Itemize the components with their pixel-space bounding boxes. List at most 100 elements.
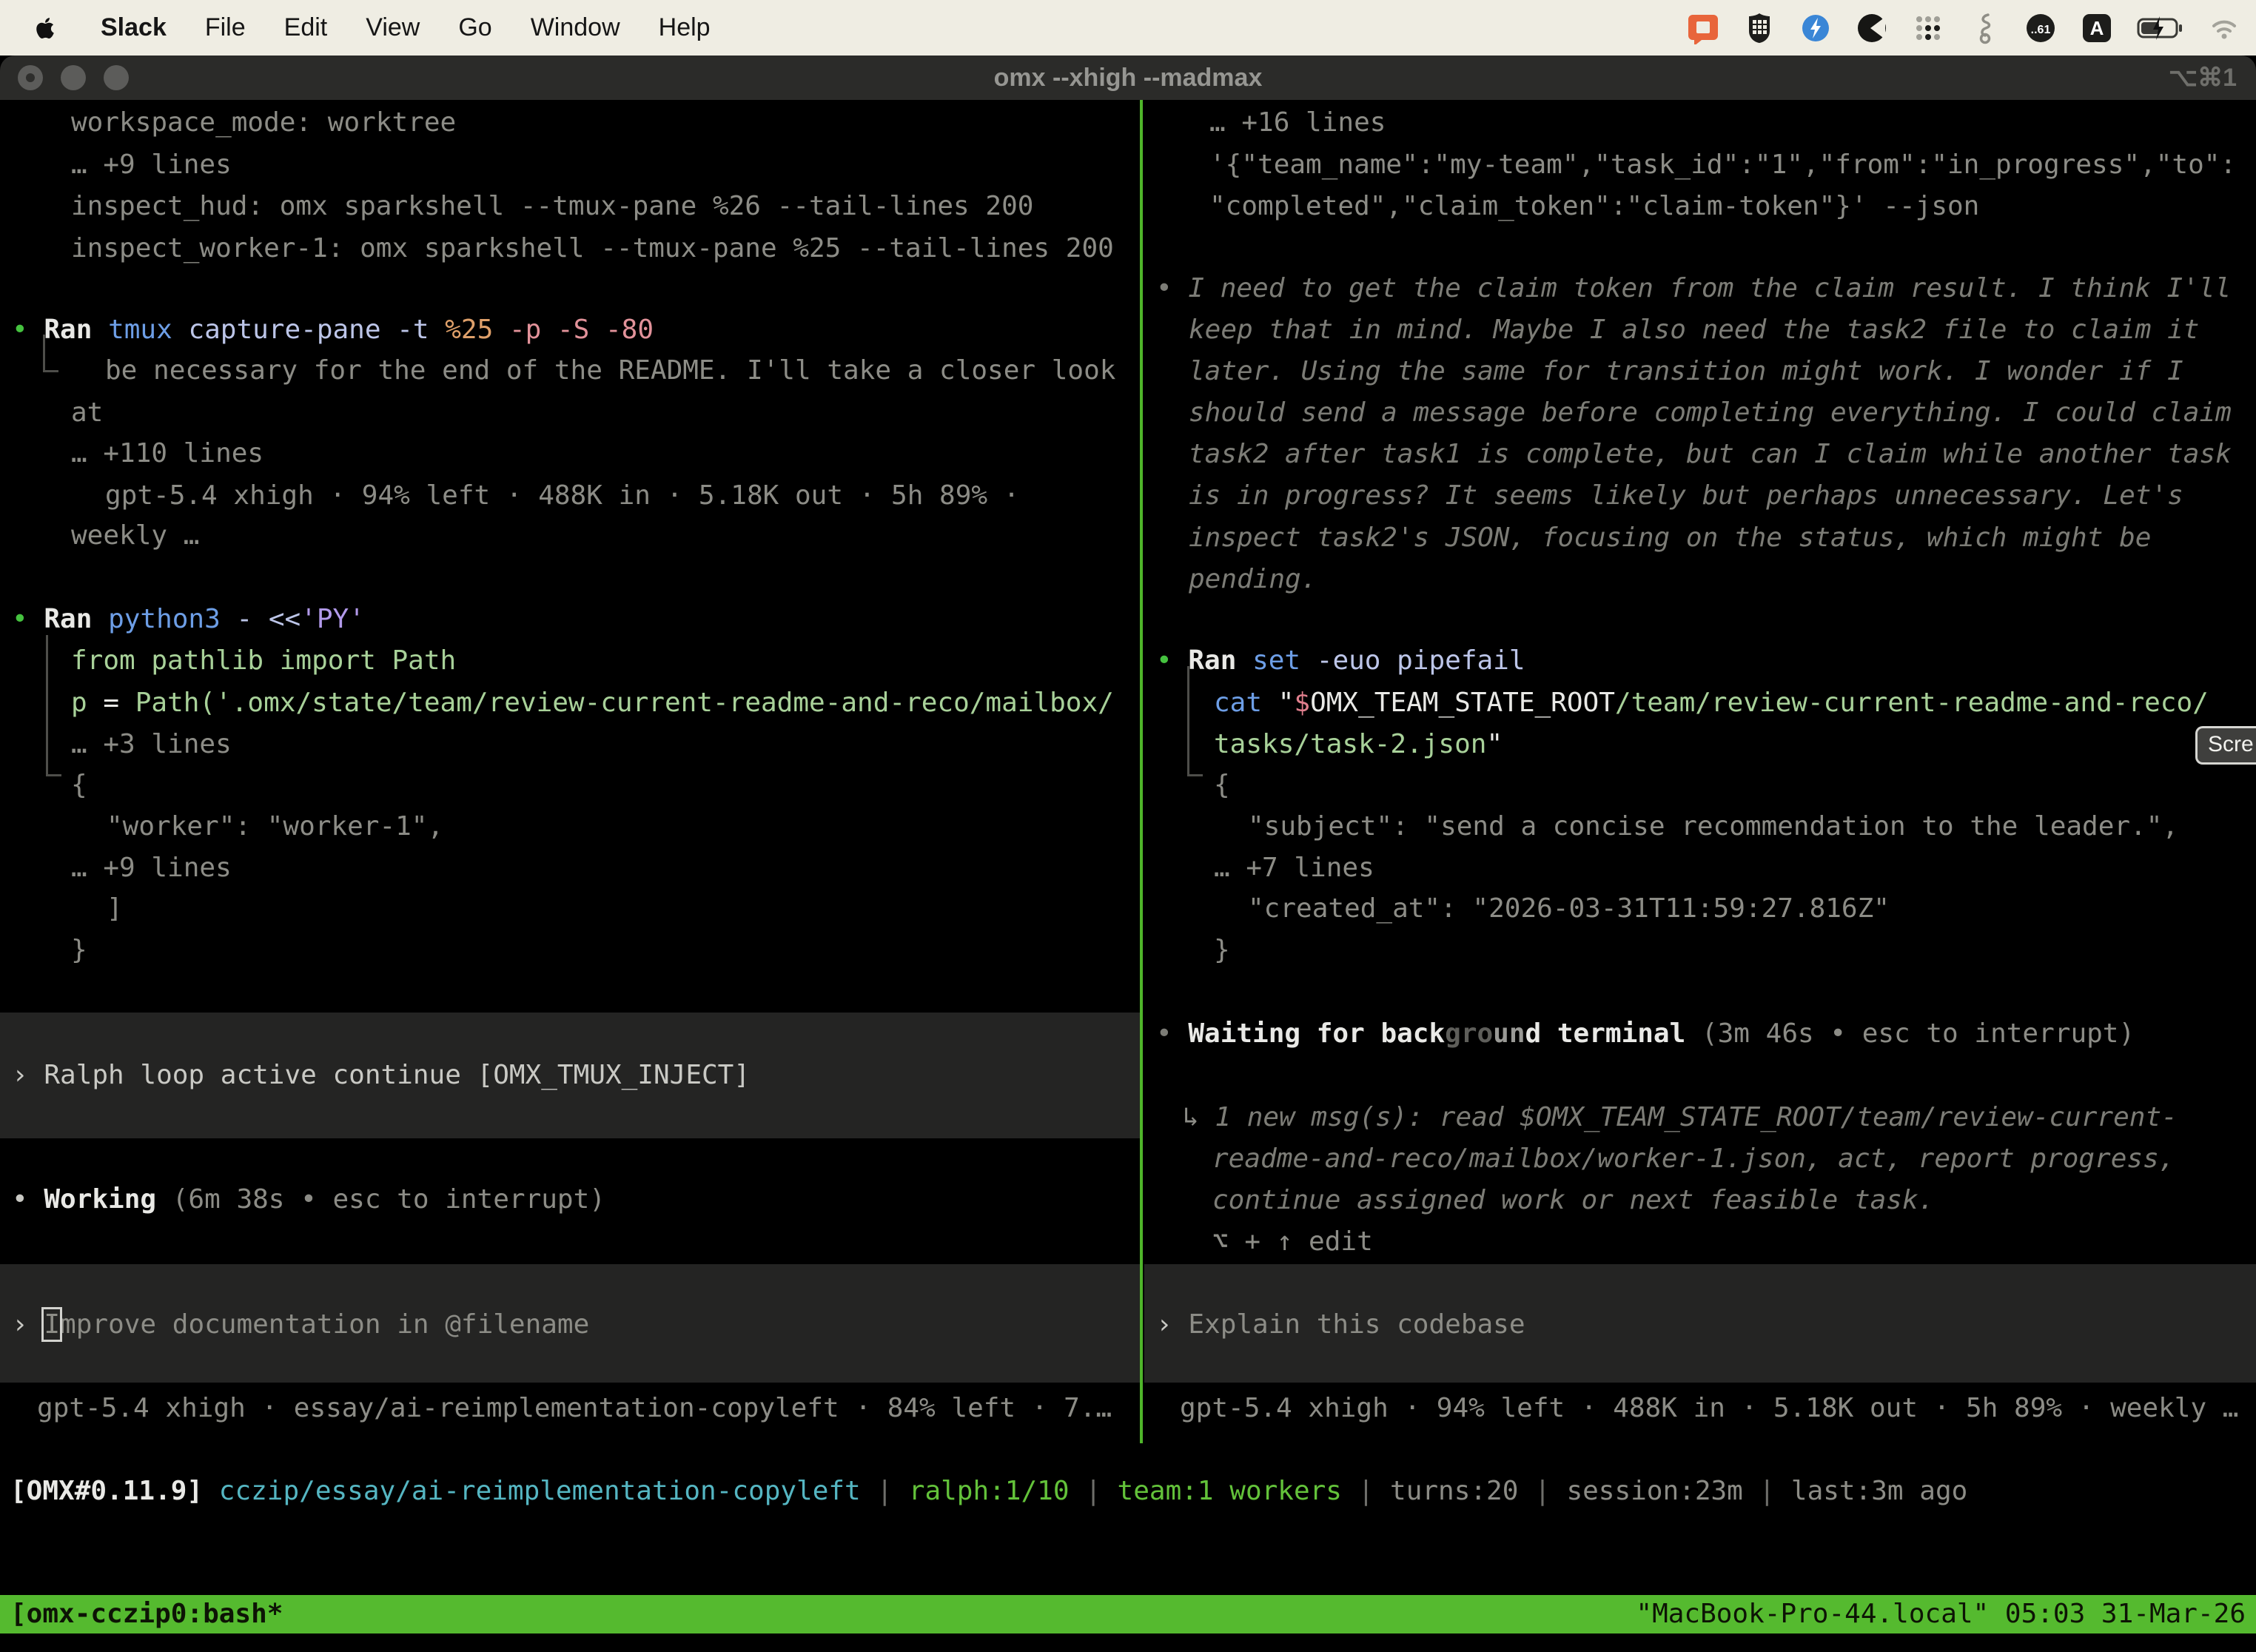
text-segment: • [1156, 273, 1188, 303]
battery-61-circle-icon[interactable]: ..61 [2024, 11, 2058, 45]
terminal-line: "created_at": "2026-03-31T11:59:27.816Z" [1248, 887, 1890, 930]
screen: Slack File Edit View Go Window Help [0, 0, 2256, 1652]
terminal-line: "worker": "worker-1", [107, 805, 443, 847]
text-segment: { [71, 770, 87, 800]
terminal-line: › Explain this codebase [1156, 1303, 1525, 1346]
text-segment: Working [44, 1184, 172, 1215]
text-segment: set [1252, 645, 1317, 676]
menu-item-file[interactable]: File [205, 13, 246, 42]
terminal-line: inspect_worker-1: omx sparkshell --tmux-… [71, 227, 1114, 269]
menu-item-edit[interactable]: Edit [284, 13, 328, 42]
text-segment: gro [1445, 1018, 1493, 1049]
terminal-line: … +9 lines [71, 144, 232, 186]
text-segment: from pathlib import Path [71, 645, 456, 676]
text-segment: -p -S -80 [509, 315, 654, 345]
terminal-line: • I need to get the claim token from the… [1156, 267, 2231, 309]
menu-app-name[interactable]: Slack [101, 13, 167, 42]
terminal-line: inspect task2's JSON, focusing on the st… [1189, 517, 2151, 559]
terminal-line: • Waiting for background terminal (3m 46… [1156, 1013, 2135, 1055]
text-segment: << [269, 604, 301, 634]
terminal-line: p = Path('.omx/state/team/review-current… [71, 682, 1114, 724]
text-segment: -euo pipefail [1317, 645, 1525, 676]
text-segment: ⌥ + ↑ edit [1212, 1226, 1373, 1257]
terminal-line: … +9 lines [71, 847, 232, 889]
text-segment: cat [1214, 688, 1278, 718]
text-segment: d terminal [1525, 1018, 1702, 1049]
text-segment: Explain this codebase [1188, 1309, 1525, 1340]
menu-item-help[interactable]: Help [659, 13, 711, 42]
terminal-content: [OMX#0.11.9] cczip/essay/ai-reimplementa… [0, 0, 2256, 1652]
menu-bar: Slack File Edit View Go Window Help [0, 0, 2256, 56]
text-segment: (3m 46s • esc to interrupt) [1702, 1018, 2135, 1049]
terminal-line: at [71, 392, 103, 434]
input-source-a-icon[interactable]: A [2080, 11, 2114, 45]
menu-item-window[interactable]: Window [531, 13, 620, 42]
text-segment: • [1156, 1018, 1188, 1049]
menu-item-go[interactable]: Go [458, 13, 491, 42]
text-segment: ↳ [1183, 1102, 1215, 1132]
text-segment: -t [397, 315, 445, 345]
text-segment: } [1214, 935, 1230, 965]
screen-capture-overlay[interactable]: Scre [2195, 726, 2256, 765]
tmux-pane-divider[interactable] [1140, 100, 1143, 1443]
terminal-line: gpt-5.4 xhigh · essay/ai-reimplementatio… [37, 1387, 1112, 1429]
terminal-line: task2 after task1 is complete, but can I… [1189, 433, 2232, 475]
menu-left: Slack File Edit View Go Window Help [28, 11, 711, 45]
text-segment: Ran [1188, 645, 1252, 676]
terminal-line: ⌥ + ↑ edit [1212, 1220, 1373, 1263]
terminal-line: keep that in mind. Maybe I also need the… [1189, 309, 2199, 351]
blue-badge-icon[interactable] [1799, 11, 1833, 45]
terminal-line: weekly … [71, 514, 199, 557]
text-segment: Path('.omx/state/team/review-current-rea… [135, 688, 1114, 718]
terminal-line: › Ralph loop active continue [OMX_TMUX_I… [12, 1054, 750, 1096]
text-segment: %25 [445, 315, 509, 345]
text-segment: pending. [1189, 564, 1317, 594]
terminal-line: … +3 lines [71, 723, 232, 765]
shield-grid-icon[interactable] [1742, 11, 1776, 45]
squiggle-icon[interactable] [1967, 11, 2001, 45]
text-segment: un [1493, 1018, 1525, 1049]
battery-icon[interactable] [2136, 11, 2185, 45]
terminal-line: … +16 lines [1209, 101, 1386, 144]
text-segment: › [1156, 1309, 1188, 1340]
terminal-line: … +7 lines [1214, 847, 1374, 889]
terminal-line: '{"team_name":"my-team","task_id":"1","f… [1209, 144, 2236, 186]
text-segment: "created_at": "2026-03-31T11:59:27.816Z" [1248, 893, 1890, 924]
text-segment: " [1278, 688, 1295, 718]
terminal-line: continue assigned work or next feasible … [1212, 1179, 1934, 1221]
text-segment: Waiting for back [1188, 1018, 1445, 1049]
text-segment: • [12, 1184, 44, 1215]
terminal-line: be necessary for the end of the README. … [105, 349, 1115, 392]
text-segment: … +9 lines [71, 853, 232, 883]
terminal-line: • Ran python3 - <<'PY' [12, 598, 365, 640]
wifi-icon[interactable] [2207, 11, 2241, 45]
text-segment: - [236, 604, 268, 634]
text-segment: gpt-5.4 xhigh · essay/ai-reimplementatio… [37, 1393, 1112, 1423]
text-segment: OMX_TEAM_STATE_ROOT [1310, 688, 1615, 718]
menu-item-view[interactable]: View [366, 13, 420, 42]
text-segment: workspace_mode: worktree [71, 107, 456, 138]
terminal-line: cat "$OMX_TEAM_STATE_ROOT/team/review-cu… [1214, 682, 2209, 724]
output-connector [46, 635, 61, 776]
text-segment: should send a message before completing … [1189, 397, 2232, 428]
svg-text:A: A [2090, 17, 2104, 39]
terminal-line: gpt-5.4 xhigh · 94% left · 488K in · 5.1… [105, 474, 1019, 517]
text-segment: • [12, 604, 44, 634]
text-segment: at [71, 397, 103, 428]
text-segment: { [1214, 770, 1230, 800]
chat-bubble-icon[interactable] [1686, 11, 1720, 45]
terminal-line: is in progress? It seems likely but perh… [1189, 474, 2183, 517]
text-segment: "worker": "worker-1", [107, 811, 443, 842]
terminal-line: workspace_mode: worktree [71, 101, 456, 144]
text-segment: mprove documentation in @filename [60, 1309, 589, 1340]
text-segment: be necessary for the end of the README. … [105, 355, 1115, 386]
apple-menu-icon[interactable] [28, 11, 62, 45]
terminal-line: pending. [1189, 558, 1317, 600]
svg-text:..61: ..61 [2031, 24, 2051, 36]
text-segment: task2 after task1 is complete, but can I… [1189, 439, 2232, 469]
dots-grid-icon[interactable] [1911, 11, 1945, 45]
dark-disc-icon[interactable] [1855, 11, 1889, 45]
text-segment: • [12, 315, 44, 345]
terminal-line: later. Using the same for transition mig… [1189, 350, 2183, 392]
text-segment: inspect_hud: omx sparkshell --tmux-pane … [71, 191, 1033, 221]
